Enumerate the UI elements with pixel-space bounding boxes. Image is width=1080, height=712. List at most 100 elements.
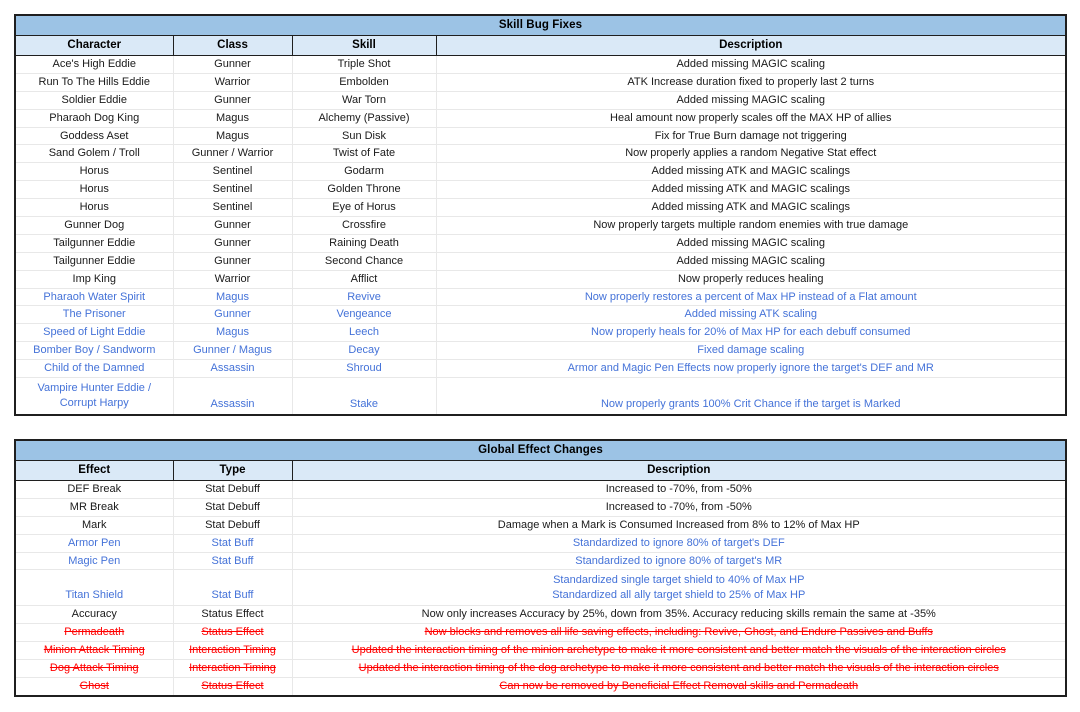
table-row: DEF Break Stat Debuff Increased to -70%, f… [16,480,1066,499]
cell-description: Added missing MAGIC scaling [436,55,1065,74]
cell-effect: Armor Pen [16,534,174,553]
global-effect-changes-table: Global Effect Changes Effect Type Descri… [14,439,1067,698]
cell-description: Increased to -70%, from -50% [292,498,1066,517]
table-row: Horus Sentinel Eye of Horus Added missing A… [16,198,1065,218]
cell-character: The Prisoner [16,305,174,325]
cell-character: Horus [16,162,174,182]
cell-description: Fixed damage scaling [436,341,1065,361]
cell-description: Standardized to ignore 80% of target's M… [292,552,1066,571]
cell-skill: Alchemy (Passive) [292,109,437,128]
column-header-description: Description [292,460,1066,481]
cell-character: Ace's High Eddie [16,55,174,74]
table-row: Dog Attack Timing Interaction Timing Updat… [16,659,1066,679]
table-row: Armor Pen Stat Buff Standardized to ignore… [16,534,1066,553]
cell-character: Bomber Boy / Sandworm [16,341,174,361]
cell-description: Added missing MAGIC scaling [436,234,1065,253]
cell-type: Status Effect [173,623,293,643]
table-row: Titan Shield Stat Buff Standardized single… [16,569,1066,607]
cell-class: Warrior [173,73,293,92]
cell-description: Now blocks and removes all life saving e… [292,623,1066,643]
cell-description: Fix for True Burn damage not triggering [436,127,1065,146]
cell-class: Gunner [173,55,293,74]
patch-notes-sheet: Skill Bug Fixes Character Class Skill De… [0,0,1080,712]
cell-description: Added missing MAGIC scaling [436,91,1065,110]
table-row: Tailgunner Eddie Gunner Second Chance Added… [16,252,1065,271]
column-header-effect: Effect [16,460,174,481]
cell-skill: Twist of Fate [292,144,437,164]
cell-skill: Embolden [292,73,437,92]
cell-class: Gunner / Warrior [173,144,293,164]
cell-description: Now properly reduces healing [436,270,1065,289]
cell-character: Pharaoh Dog King [16,109,174,128]
cell-effect: Ghost [16,677,174,696]
cell-effect: Permadeath [16,623,174,643]
cell-type: Stat Debuff [173,516,293,535]
cell-type: Status Effect [173,605,293,625]
table-row: Pharaoh Water Spirit Magus Revive Now prope… [16,288,1065,307]
cell-effect: Mark [16,516,174,535]
cell-class: Magus [173,288,293,307]
table-row: Magic Pen Stat Buff Standardized to ignore… [16,552,1066,571]
cell-effect: Titan Shield [16,569,174,607]
table-row: Goddess Aset Magus Sun Disk Fix for True Bu… [16,127,1065,146]
cell-type: Stat Buff [173,534,293,553]
cell-skill: Raining Death [292,234,437,253]
cell-skill: Revive [292,288,437,307]
cell-class: Gunner [173,252,293,271]
cell-description: Added missing ATK scaling [436,305,1065,325]
cell-character: Horus [16,180,174,200]
skill-bug-fixes-title-row: Skill Bug Fixes [16,16,1065,36]
cell-class: Gunner [173,234,293,253]
cell-class: Sentinel [173,198,293,218]
cell-description: Added missing ATK and MAGIC scalings [436,180,1065,200]
cell-class: Gunner [173,91,293,110]
cell-skill: Golden Throne [292,180,437,200]
table-row: Soldier Eddie Gunner War Torn Added missing… [16,91,1065,110]
cell-skill: War Torn [292,91,437,110]
cell-class: Assassin [173,359,293,379]
cell-description: Heal amount now properly scales off the … [436,109,1065,128]
cell-type: Interaction Timing [173,659,293,679]
table-row: Vampire Hunter Eddie / Corrupt Harpy Assas… [16,377,1065,414]
cell-class: Magus [173,109,293,128]
cell-effect: Accuracy [16,605,174,625]
cell-description: Now properly restores a percent of Max H… [436,288,1065,307]
cell-class: Magus [173,127,293,146]
cell-class: Sentinel [173,180,293,200]
cell-skill: Eye of Horus [292,198,437,218]
cell-character: Child of the Damned [16,359,174,379]
table-row: Gunner Dog Gunner Crossfire Now properly ta… [16,216,1065,235]
table-row: MR Break Stat Debuff Increased to -70%, fr… [16,498,1066,517]
cell-type: Stat Debuff [173,498,293,517]
table-row: Speed of Light Eddie Magus Leech Now proper… [16,323,1065,343]
cell-class: Sentinel [173,162,293,182]
cell-skill: Sun Disk [292,127,437,146]
cell-description: Now only increases Accuracy by 25%, down… [292,605,1066,625]
cell-character: Soldier Eddie [16,91,174,110]
cell-effect: DEF Break [16,480,174,499]
table-row: Child of the Damned Assassin Shroud Armor a… [16,359,1065,379]
cell-character: Vampire Hunter Eddie / Corrupt Harpy [16,377,174,414]
table-row: Horus Sentinel Golden Throne Added missing … [16,180,1065,200]
cell-description: Updated the interaction timing of the mi… [292,641,1066,661]
cell-class: Gunner / Magus [173,341,293,361]
table-row: Bomber Boy / Sandworm Gunner / Magus Decay… [16,341,1065,361]
global-effect-changes-title-row: Global Effect Changes [16,441,1066,461]
cell-character: Tailgunner Eddie [16,252,174,271]
table-row: Tailgunner Eddie Gunner Raining Death Added… [16,234,1065,253]
cell-character-line-2: Corrupt Harpy [59,396,129,409]
cell-description: Now properly targets multiple random ene… [436,216,1065,235]
skill-bug-fixes-body: Ace's High Eddie Gunner Triple Shot Added m… [16,55,1065,414]
table-row: Sand Golem / Troll Gunner / Warrior Twist … [16,144,1065,164]
cell-character-line-1: Vampire Hunter Eddie / [37,381,152,394]
cell-character: Speed of Light Eddie [16,323,174,343]
cell-skill: Vengeance [292,305,437,325]
table-row: Horus Sentinel Godarm Added missing ATK and… [16,162,1065,182]
cell-class: Magus [173,323,293,343]
cell-character: Tailgunner Eddie [16,234,174,253]
cell-type: Stat Buff [173,552,293,571]
cell-type: Stat Buff [173,569,293,607]
column-header-character: Character [16,35,174,56]
cell-description: ATK Increase duration fixed to properly … [436,73,1065,92]
cell-character: Goddess Aset [16,127,174,146]
